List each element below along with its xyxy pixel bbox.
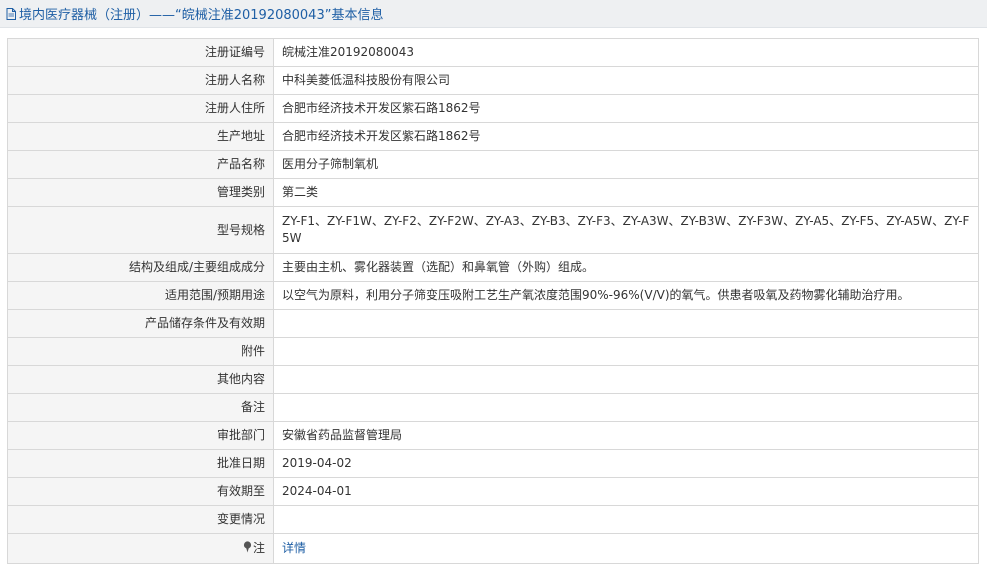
row-value: ZY-F1、ZY-F1W、ZY-F2、ZY-F2W、ZY-A3、ZY-B3、ZY… <box>273 206 979 254</box>
table-row: 注册人名称 中科美菱低温科技股份有限公司 <box>7 66 979 95</box>
table-row: 备注 <box>7 393 979 422</box>
row-value <box>273 365 979 394</box>
row-label: 注册人住所 <box>7 94 274 123</box>
row-value <box>273 393 979 422</box>
table-row: 其他内容 <box>7 365 979 394</box>
row-label: 其他内容 <box>7 365 274 394</box>
row-value: 详情 <box>273 533 979 564</box>
row-label: 结构及组成/主要组成成分 <box>7 253 274 282</box>
row-label: 注册证编号 <box>7 38 274 67</box>
row-value: 医用分子筛制氧机 <box>273 150 979 179</box>
row-label: 注册人名称 <box>7 66 274 95</box>
row-label: 注 <box>252 541 265 555</box>
row-label: 生产地址 <box>7 122 274 151</box>
row-value: 合肥市经济技术开发区紫石路1862号 <box>273 122 979 151</box>
row-label: 管理类别 <box>7 178 274 207</box>
table-row: 附件 <box>7 337 979 366</box>
page-title: 境内医疗器械（注册）——“皖械注准20192080043”基本信息 <box>19 8 384 23</box>
table-row: 结构及组成/主要组成成分 主要由主机、雾化器装置（选配）和鼻氧管（外购）组成。 <box>7 253 979 282</box>
row-value <box>273 309 979 338</box>
table-row: 管理类别 第二类 <box>7 178 979 207</box>
row-label: 附件 <box>7 337 274 366</box>
row-value <box>273 337 979 366</box>
table-row: 适用范围/预期用途 以空气为原料，利用分子筛变压吸附工艺生产氧浓度范围90%-9… <box>7 281 979 310</box>
row-value: 皖械注准20192080043 <box>273 38 979 67</box>
table-row: 产品名称 医用分子筛制氧机 <box>7 150 979 179</box>
table-row: 变更情况 <box>7 505 979 534</box>
pin-icon <box>243 541 252 553</box>
row-value: 第二类 <box>273 178 979 207</box>
row-value <box>273 505 979 534</box>
row-value: 主要由主机、雾化器装置（选配）和鼻氧管（外购）组成。 <box>273 253 979 282</box>
table-row: 审批部门 安徽省药品监督管理局 <box>7 421 979 450</box>
table-row: 产品储存条件及有效期 <box>7 309 979 338</box>
row-value: 以空气为原料，利用分子筛变压吸附工艺生产氧浓度范围90%-96%(V/V)的氧气… <box>273 281 979 310</box>
table-row: 有效期至 2024-04-01 <box>7 477 979 506</box>
table-row: 注 详情 <box>7 533 979 564</box>
page-header: 境内医疗器械（注册）——“皖械注准20192080043”基本信息 <box>0 0 987 28</box>
table-row: 注册人住所 合肥市经济技术开发区紫石路1862号 <box>7 94 979 123</box>
row-label: 有效期至 <box>7 477 274 506</box>
row-label: 产品名称 <box>7 150 274 179</box>
row-value: 合肥市经济技术开发区紫石路1862号 <box>273 94 979 123</box>
row-value: 安徽省药品监督管理局 <box>273 421 979 450</box>
row-label: 产品储存条件及有效期 <box>7 309 274 338</box>
table-row: 型号规格 ZY-F1、ZY-F1W、ZY-F2、ZY-F2W、ZY-A3、ZY-… <box>7 206 979 254</box>
detail-table: 注册证编号 皖械注准20192080043 注册人名称 中科美菱低温科技股份有限… <box>7 38 979 564</box>
table-row: 注册证编号 皖械注准20192080043 <box>7 38 979 67</box>
row-label: 批准日期 <box>7 449 274 478</box>
row-label: 适用范围/预期用途 <box>7 281 274 310</box>
row-label: 型号规格 <box>7 206 274 254</box>
table-row: 生产地址 合肥市经济技术开发区紫石路1862号 <box>7 122 979 151</box>
row-value: 中科美菱低温科技股份有限公司 <box>273 66 979 95</box>
row-label: 审批部门 <box>7 421 274 450</box>
note-label: 注 <box>7 533 274 564</box>
document-icon <box>6 7 16 20</box>
row-label: 备注 <box>7 393 274 422</box>
row-label: 变更情况 <box>7 505 274 534</box>
row-value: 2019-04-02 <box>273 449 979 478</box>
details-link[interactable]: 详情 <box>282 541 306 555</box>
table-row: 批准日期 2019-04-02 <box>7 449 979 478</box>
row-value: 2024-04-01 <box>273 477 979 506</box>
